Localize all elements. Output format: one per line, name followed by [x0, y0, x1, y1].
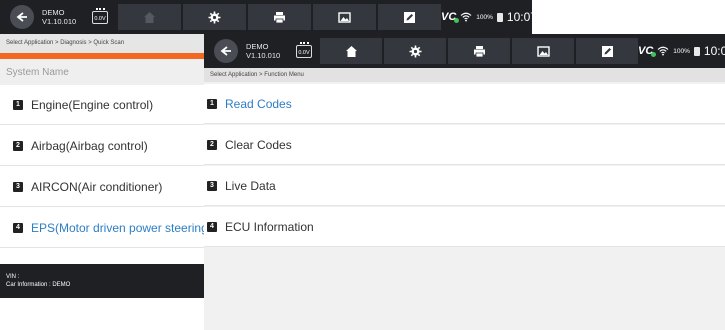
settings-icon	[409, 45, 421, 57]
back-arrow-icon	[220, 46, 231, 56]
top-toolbar: DEMO V1.10.010 0.0V VC 100% 10:07	[0, 0, 532, 34]
edit-icon	[404, 11, 415, 23]
clock: 10:09	[703, 44, 725, 58]
vin-label: VIN :	[6, 274, 20, 280]
home-button[interactable]	[118, 4, 181, 30]
version-number: V1.10.010	[42, 17, 77, 26]
system-label: Airbag(Airbag control)	[31, 138, 148, 153]
home-icon	[345, 45, 357, 57]
function-label: Read Codes	[225, 96, 292, 111]
function-read-codes[interactable]: 1 Read Codes	[204, 84, 725, 124]
status-area: VC 100% 10:09	[638, 44, 725, 58]
voltage-label: 0.0V	[298, 49, 310, 56]
wifi-icon	[657, 46, 669, 56]
version-name: DEMO	[42, 8, 65, 17]
version-info: DEMO V1.10.010	[42, 8, 92, 26]
print-icon	[274, 11, 285, 23]
item-number: 4	[207, 221, 217, 232]
system-row-engine[interactable]: 1 Engine(Engine control)	[0, 85, 204, 125]
battery-icon	[496, 12, 503, 22]
edit-button[interactable]	[576, 38, 638, 64]
vehicle-info-panel: VIN : Car Information : DEMO	[0, 264, 204, 298]
version-info: DEMO V1.10.010	[246, 42, 296, 60]
image-icon	[536, 45, 550, 57]
settings-icon	[208, 11, 221, 23]
print-button[interactable]	[248, 4, 311, 30]
system-label: EPS(Motor driven power steering)	[31, 220, 212, 235]
system-row-airbag[interactable]: 2 Airbag(Airbag control)	[0, 126, 204, 166]
wifi-icon	[460, 12, 472, 22]
voltage-label: 0.0V	[94, 15, 106, 22]
function-ecu-information[interactable]: 4 ECU Information	[204, 207, 725, 247]
system-name-header: System Name	[0, 59, 204, 85]
voltage-indicator: 0.0V	[296, 41, 312, 58]
vci-status: VC	[638, 45, 657, 57]
settings-button[interactable]	[183, 4, 246, 30]
back-button[interactable]	[214, 39, 238, 63]
version-name: DEMO	[246, 42, 269, 51]
print-icon	[473, 45, 485, 57]
item-number: 1	[207, 98, 217, 109]
function-clear-codes[interactable]: 2 Clear Codes	[204, 125, 725, 165]
system-label: AIRCON(Air conditioner)	[31, 179, 163, 194]
item-number: 2	[207, 139, 217, 150]
vci-status: VC	[441, 11, 460, 23]
function-label: Live Data	[225, 178, 276, 193]
function-label: Clear Codes	[225, 137, 292, 152]
edit-icon	[601, 45, 613, 57]
screenshot-button[interactable]	[313, 4, 376, 30]
home-icon	[144, 11, 155, 23]
item-number: 3	[13, 181, 23, 192]
voltage-indicator: 0.0V	[92, 7, 108, 24]
status-area: VC 100% 10:07	[441, 10, 532, 24]
battery-icon	[693, 46, 700, 56]
function-live-data[interactable]: 3 Live Data	[204, 166, 725, 206]
home-button[interactable]	[320, 38, 382, 64]
battery-percent: 100%	[673, 47, 690, 55]
item-number: 2	[13, 140, 23, 151]
settings-button[interactable]	[384, 38, 446, 64]
system-row-eps[interactable]: 4 EPS(Motor driven power steering)	[0, 208, 212, 248]
function-label: ECU Information	[225, 219, 314, 234]
version-number: V1.10.010	[246, 51, 281, 60]
print-button[interactable]	[448, 38, 510, 64]
edit-button[interactable]	[378, 4, 441, 30]
screenshot-button[interactable]	[512, 38, 574, 64]
battery-percent: 100%	[476, 13, 493, 21]
breadcrumb: Select Application > Function Menu	[204, 68, 725, 82]
item-number: 4	[13, 222, 23, 233]
system-row-aircon[interactable]: 3 AIRCON(Air conditioner)	[0, 167, 204, 207]
back-arrow-icon	[16, 12, 27, 22]
item-number: 1	[13, 99, 23, 110]
function-menu-screen: DEMO V1.10.010 0.0V VC 100% 10:09 Select…	[204, 34, 725, 330]
back-button[interactable]	[10, 5, 34, 29]
top-toolbar: DEMO V1.10.010 0.0V VC 100% 10:09	[204, 34, 725, 68]
system-label: Engine(Engine control)	[31, 97, 154, 112]
car-information: Car Information : DEMO	[6, 282, 71, 288]
image-icon	[338, 11, 351, 23]
clock: 10:07	[506, 10, 532, 24]
item-number: 3	[207, 180, 217, 191]
